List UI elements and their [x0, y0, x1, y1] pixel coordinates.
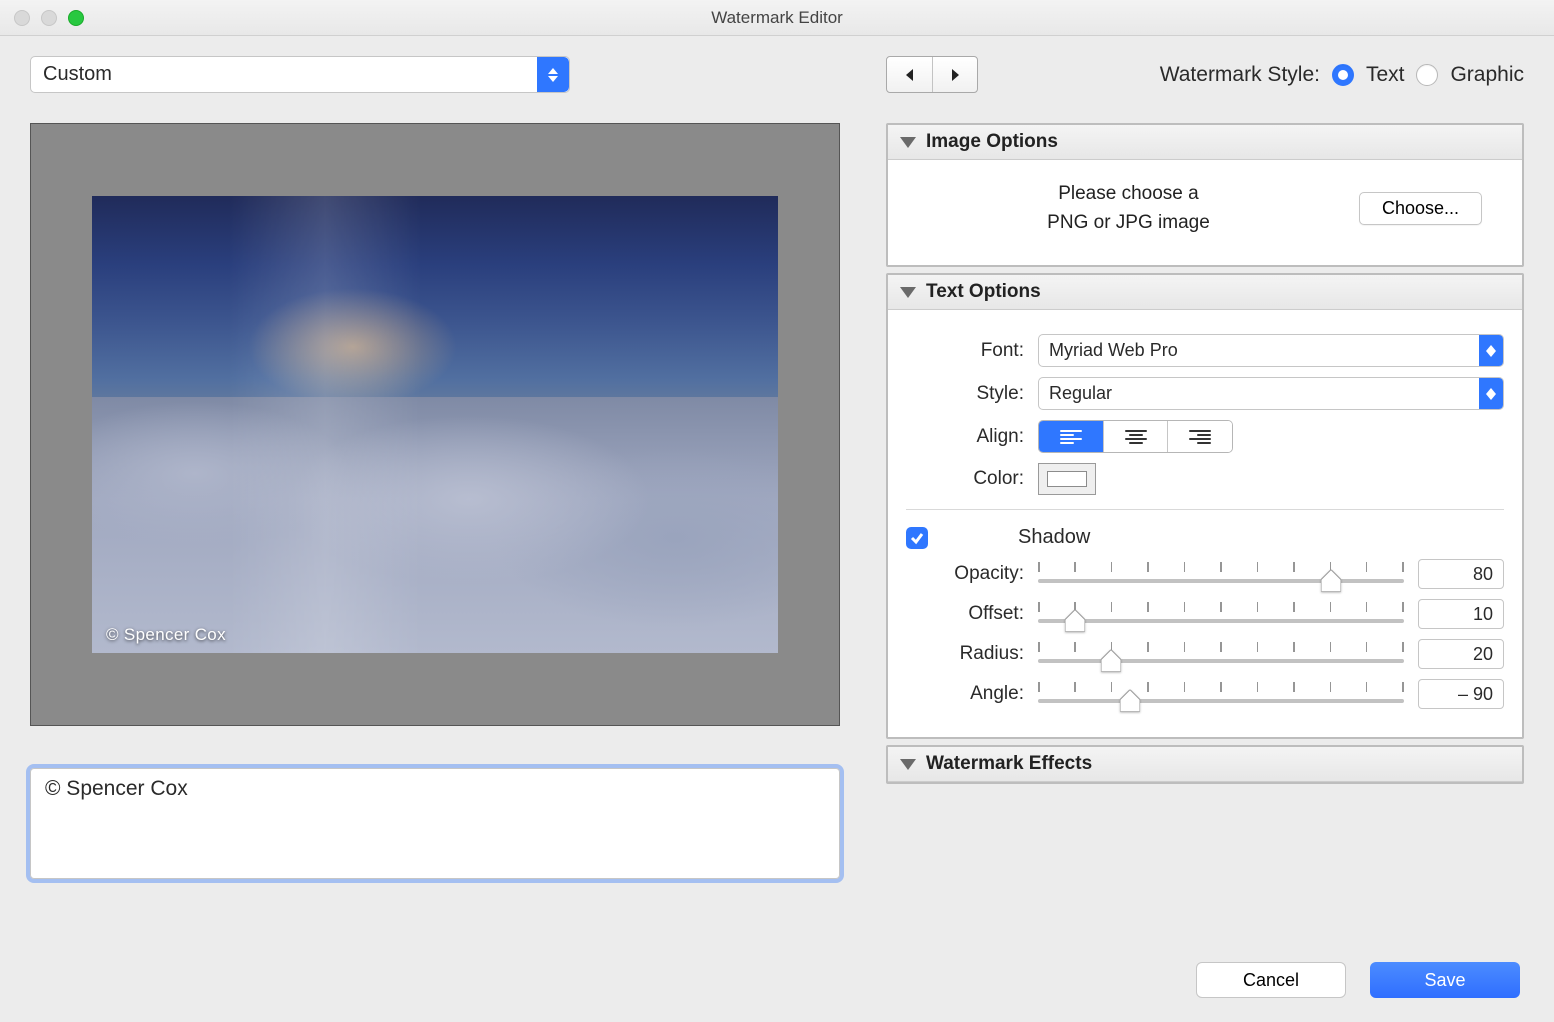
- panel-watermark-effects-header[interactable]: Watermark Effects: [888, 747, 1522, 782]
- opacity-label: Opacity:: [906, 563, 1024, 585]
- watermark-text-input[interactable]: © Spencer Cox: [30, 768, 840, 879]
- preview-area: © Spencer Cox: [30, 123, 840, 726]
- radio-text-label: Text: [1366, 63, 1405, 87]
- titlebar: Watermark Editor: [0, 0, 1554, 36]
- prev-button[interactable]: [887, 57, 932, 92]
- panel-watermark-effects: Watermark Effects: [886, 745, 1524, 784]
- align-segmented: [1038, 420, 1233, 453]
- angle-label: Angle:: [906, 683, 1024, 705]
- font-label: Font:: [906, 340, 1024, 362]
- offset-value[interactable]: 10: [1418, 599, 1504, 629]
- radius-value[interactable]: 20: [1418, 639, 1504, 669]
- radio-graphic-label: Graphic: [1450, 63, 1524, 87]
- panel-text-options: Text Options Font: Myriad Web Pro: [886, 273, 1524, 739]
- align-left-button[interactable]: [1039, 421, 1103, 452]
- watermark-style-group: Watermark Style: Text Graphic: [1160, 63, 1524, 87]
- panel-text-options-header[interactable]: Text Options: [888, 275, 1522, 310]
- color-label: Color:: [906, 468, 1024, 490]
- font-select[interactable]: Myriad Web Pro: [1038, 334, 1504, 367]
- angle-slider[interactable]: [1038, 680, 1404, 708]
- radio-text[interactable]: [1332, 64, 1354, 86]
- offset-label: Offset:: [906, 603, 1024, 625]
- shadow-checkbox[interactable]: [906, 527, 928, 549]
- align-right-button[interactable]: [1167, 421, 1232, 452]
- chevron-down-icon: [900, 759, 916, 770]
- panel-title: Text Options: [926, 281, 1041, 303]
- align-center-button[interactable]: [1103, 421, 1168, 452]
- panel-title: Image Options: [926, 131, 1058, 153]
- chevron-updown-icon: [1479, 378, 1503, 409]
- radius-slider[interactable]: [1038, 640, 1404, 668]
- angle-value[interactable]: – 90: [1418, 679, 1504, 709]
- preview-image: © Spencer Cox: [92, 196, 778, 653]
- offset-slider[interactable]: [1038, 600, 1404, 628]
- preset-select-value: Custom: [31, 63, 537, 86]
- preset-select[interactable]: Custom: [30, 56, 570, 93]
- window-title: Watermark Editor: [0, 8, 1554, 28]
- radius-label: Radius:: [906, 643, 1024, 665]
- chevron-down-icon: [900, 137, 916, 148]
- choose-image-button[interactable]: Choose...: [1359, 192, 1482, 225]
- next-button[interactable]: [932, 57, 977, 92]
- save-button[interactable]: Save: [1370, 962, 1520, 998]
- panel-title: Watermark Effects: [926, 753, 1092, 775]
- watermark-style-label: Watermark Style:: [1160, 63, 1320, 87]
- image-options-message: Please choose a PNG or JPG image: [928, 180, 1329, 237]
- opacity-slider[interactable]: [1038, 560, 1404, 588]
- watermark-preview-text: © Spencer Cox: [106, 625, 226, 645]
- cancel-button[interactable]: Cancel: [1196, 962, 1346, 998]
- chevron-updown-icon: [1479, 335, 1503, 366]
- color-swatch[interactable]: [1038, 463, 1096, 495]
- style-label: Style:: [906, 383, 1024, 405]
- panel-image-options-header[interactable]: Image Options: [888, 125, 1522, 160]
- panel-image-options: Image Options Please choose a PNG or JPG…: [886, 123, 1524, 267]
- align-label: Align:: [906, 426, 1024, 448]
- opacity-value[interactable]: 80: [1418, 559, 1504, 589]
- shadow-label: Shadow: [1018, 526, 1090, 549]
- nav-arrows: [886, 56, 978, 93]
- divider: [906, 509, 1504, 510]
- chevron-updown-icon: [537, 57, 569, 92]
- radio-graphic[interactable]: [1416, 64, 1438, 86]
- style-select[interactable]: Regular: [1038, 377, 1504, 410]
- chevron-down-icon: [900, 287, 916, 298]
